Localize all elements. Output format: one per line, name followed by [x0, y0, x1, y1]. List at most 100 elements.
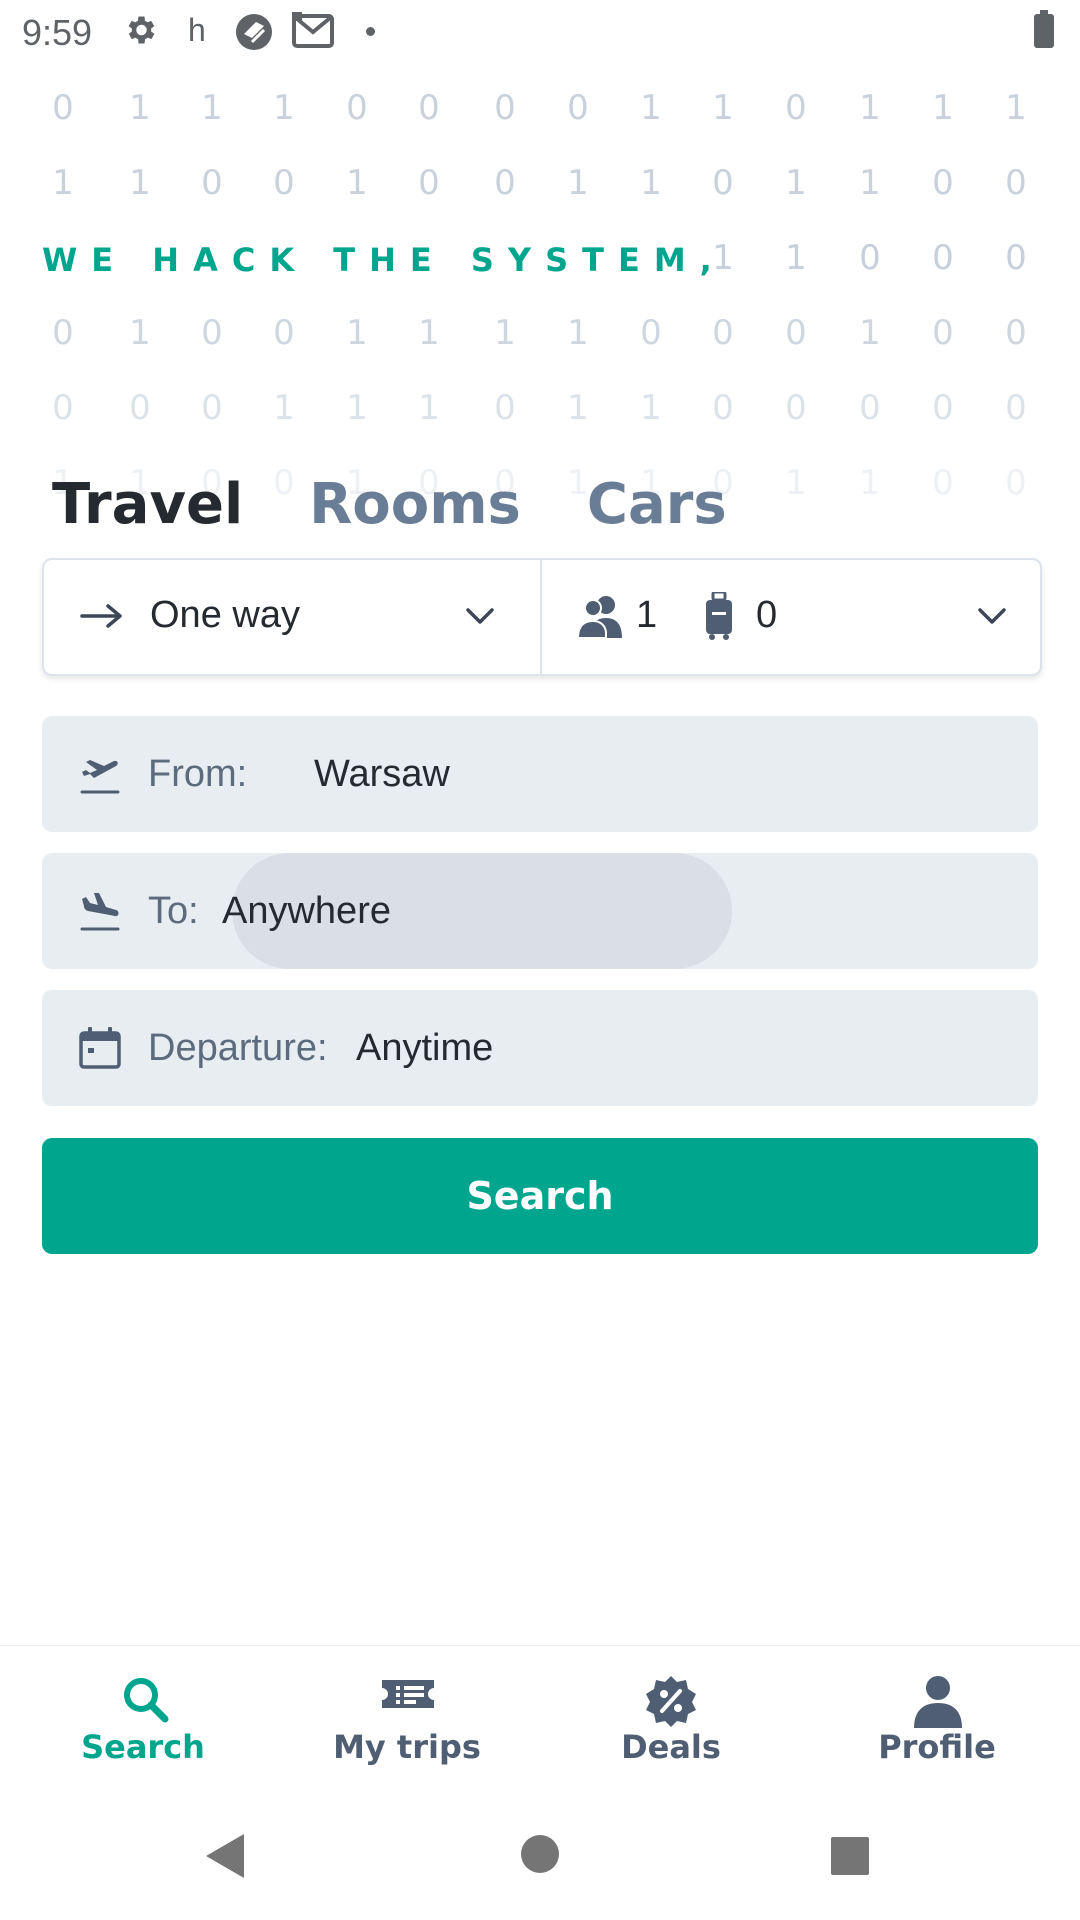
binary-digit: 0	[201, 163, 223, 203]
from-label: From:	[148, 753, 248, 795]
binary-digit: 0	[712, 313, 734, 353]
nav-my-trips-label: My trips	[333, 1728, 481, 1766]
binary-digit: 0	[129, 388, 151, 428]
binary-digit: 1	[640, 163, 662, 203]
binary-digit: 0	[785, 388, 807, 428]
binary-digit: 1	[273, 388, 295, 428]
nav-profile-label: Profile	[878, 1728, 996, 1766]
nav-search[interactable]: Search	[8, 1646, 278, 1796]
binary-digit: 1	[785, 238, 807, 278]
binary-hero-background: 0 1 1 1 0 0 0 0 1 1 0 1 1 1 1 1 0 0 1 0 0 1 1 0 1 1 0 0 1 1 0 0 0 0 1 0 0…	[0, 78, 1080, 518]
binary-digit: 0	[1005, 238, 1027, 278]
binary-digit: 1	[346, 313, 368, 353]
binary-row: 0 1 0 0 1 1 1 1 0 0 0 1 0 0	[0, 313, 1080, 373]
tab-cars[interactable]: Cars	[587, 470, 727, 540]
landing-icon	[78, 889, 122, 938]
bottom-navigation: Search My trips Deals Profile	[0, 1645, 1080, 1796]
passengers-count: 1	[636, 594, 658, 636]
nav-my-trips[interactable]: My trips	[272, 1646, 542, 1796]
calendar-icon	[78, 1026, 122, 1075]
recents-icon[interactable]	[830, 1836, 870, 1881]
binary-digit: 0	[52, 88, 74, 128]
binary-digit: 1	[418, 388, 440, 428]
binary-digit: 1	[201, 88, 223, 128]
binary-digit: 0	[494, 163, 516, 203]
binary-digit: 1	[567, 313, 589, 353]
passengers-icon	[576, 594, 624, 643]
home-icon[interactable]	[520, 1834, 560, 1879]
binary-digit: 1	[859, 313, 881, 353]
binary-digit: 0	[712, 388, 734, 428]
chevron-down-icon	[462, 598, 498, 639]
status-bar: 9:59 h	[0, 0, 1080, 62]
binary-digit: 1	[640, 388, 662, 428]
passengers-bags-selector[interactable]: 1 0	[542, 560, 1040, 674]
nav-deals[interactable]: Deals	[536, 1646, 806, 1796]
binary-digit: 0	[494, 88, 516, 128]
binary-digit: 0	[52, 313, 74, 353]
takeoff-icon	[78, 752, 122, 801]
system-navigation-bar	[0, 1800, 1080, 1920]
back-icon[interactable]	[204, 1832, 246, 1885]
binary-digit: 0	[859, 388, 881, 428]
binary-digit: 1	[785, 163, 807, 203]
to-label: To:	[148, 890, 199, 932]
departure-field[interactable]: Departure: Anytime	[42, 990, 1038, 1106]
binary-digit: 0	[567, 88, 589, 128]
binary-digit: 1	[932, 88, 954, 128]
binary-digit: 0	[346, 88, 368, 128]
from-value: Warsaw	[314, 753, 450, 795]
to-value: Anywhere	[222, 890, 391, 932]
binary-digit: 1	[712, 88, 734, 128]
category-tabs: Travel Rooms Cars	[52, 470, 727, 540]
binary-digit: 0	[932, 163, 954, 203]
discount-badge-icon	[644, 1674, 698, 1733]
app-notification-icon	[234, 12, 274, 57]
binary-digit: 0	[1005, 463, 1027, 503]
binary-digit: 1	[129, 313, 151, 353]
nav-profile[interactable]: Profile	[802, 1646, 1072, 1796]
binary-digit: 0	[1005, 163, 1027, 203]
nav-deals-label: Deals	[621, 1728, 721, 1766]
binary-row: 1 1 0 0 1 0 0 1 1 0 1 1 0 0	[0, 163, 1080, 223]
binary-digit: 1	[273, 88, 295, 128]
trip-type-value: One way	[150, 594, 300, 636]
search-button[interactable]: Search	[42, 1138, 1038, 1254]
departure-value: Anytime	[356, 1027, 494, 1069]
binary-digit: 1	[785, 463, 807, 503]
binary-digit: 0	[932, 313, 954, 353]
binary-digit: 1	[346, 388, 368, 428]
tab-travel[interactable]: Travel	[52, 470, 243, 540]
binary-digit: 0	[418, 88, 440, 128]
binary-digit: 1	[567, 388, 589, 428]
binary-digit: 0	[640, 313, 662, 353]
luggage-icon	[704, 590, 734, 645]
trip-type-selector[interactable]: One way	[44, 560, 542, 674]
binary-digit: 0	[273, 163, 295, 203]
chevron-down-icon	[974, 598, 1010, 639]
binary-digit: 1	[1005, 88, 1027, 128]
binary-digit: 1	[129, 163, 151, 203]
slogan-text: WE HACK THE SYSTEM,	[42, 241, 726, 279]
binary-digit: 1	[52, 163, 74, 203]
to-field[interactable]: To: Anywhere	[42, 853, 1038, 969]
arrow-right-icon	[80, 598, 124, 639]
gmail-icon	[292, 12, 334, 55]
binary-row: 0 0 0 1 1 1 0 1 1 0 0 0 0 0	[0, 388, 1080, 448]
binary-digit: 1	[567, 163, 589, 203]
search-icon	[120, 1674, 170, 1729]
binary-digit: 0	[932, 463, 954, 503]
tab-rooms[interactable]: Rooms	[309, 470, 521, 540]
binary-digit: 1	[129, 88, 151, 128]
binary-digit: 0	[201, 388, 223, 428]
binary-digit: 0	[494, 388, 516, 428]
trip-options-card: One way 1 0	[42, 558, 1042, 676]
settings-icon	[122, 12, 158, 53]
from-field[interactable]: From: Warsaw	[42, 716, 1038, 832]
binary-digit: 0	[1005, 313, 1027, 353]
binary-digit: 1	[859, 163, 881, 203]
binary-digit: 1	[859, 88, 881, 128]
battery-icon	[1034, 10, 1054, 48]
departure-label: Departure:	[148, 1027, 328, 1069]
binary-digit: 0	[859, 238, 881, 278]
